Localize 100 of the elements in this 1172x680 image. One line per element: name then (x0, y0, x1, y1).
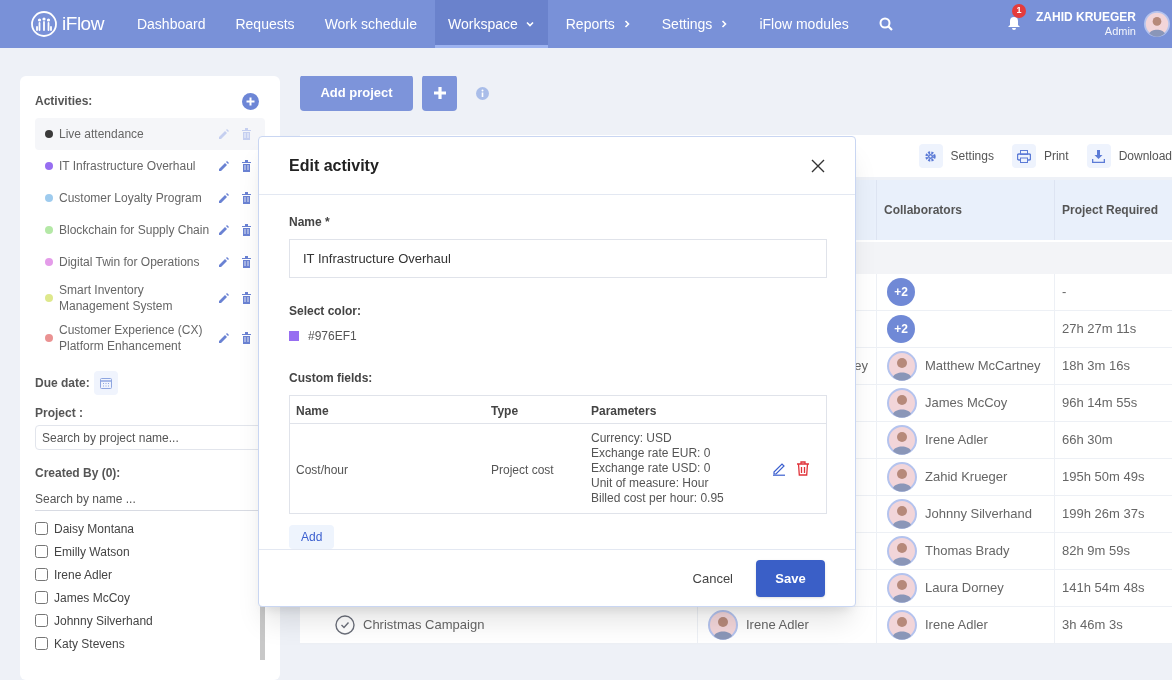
cancel-button[interactable]: Cancel (692, 568, 733, 589)
field-label: Project : (35, 405, 84, 422)
add-project-button[interactable]: Add project (300, 76, 413, 111)
trash-icon[interactable] (241, 256, 252, 268)
close-icon (811, 158, 825, 173)
search-icon[interactable] (878, 17, 893, 31)
avatar (887, 351, 917, 381)
table-cell-text: 199h 26m 37s (1062, 505, 1145, 524)
table-cell: Cost/hour (296, 462, 349, 477)
nav-item[interactable]: Requests (223, 0, 307, 48)
trash-icon[interactable] (241, 224, 252, 236)
delete-button[interactable] (796, 461, 810, 476)
avatar (887, 536, 917, 566)
activity-item[interactable]: Digital Twin for Operations (35, 246, 265, 278)
settings-icon (918, 144, 943, 168)
edit-button[interactable] (772, 461, 786, 476)
pencil-icon[interactable] (218, 224, 230, 236)
user-role: Admin (1104, 24, 1136, 38)
parameter-text: Unit of measure: Hour (591, 476, 710, 491)
table-cell-text: - (1062, 283, 1067, 302)
add-button[interactable] (422, 76, 457, 111)
checkbox-label: Johnny Silverhand (54, 612, 153, 630)
avatar (887, 573, 917, 603)
avatar (887, 425, 917, 455)
field-label: Created By (0): (35, 465, 122, 482)
activity-item[interactable]: Customer Experience (CX) Platform Enhancement (35, 318, 265, 358)
avatar (887, 499, 917, 529)
toolbar-button[interactable]: Settings (918, 144, 994, 168)
close-button[interactable] (811, 158, 825, 173)
notification-badge: 1 (1012, 4, 1026, 18)
user-avatar[interactable] (1144, 11, 1170, 37)
collaborator-count-badge[interactable]: +2 (887, 278, 915, 306)
nav-item[interactable]: Workspace (434, 0, 548, 48)
add-button[interactable]: Add (289, 525, 335, 549)
activity-name: Customer Loyalty Program (59, 190, 203, 206)
trash-icon[interactable] (241, 332, 252, 344)
checkbox-label: Emilly Watson (54, 543, 130, 561)
pencil-icon[interactable] (218, 192, 230, 204)
color-swatch[interactable] (289, 331, 299, 341)
parameter-text: Billed cost per hour: 0.95 (591, 491, 725, 506)
activity-name: Live attendance (59, 126, 145, 142)
table-cell: Project cost (491, 462, 554, 477)
nav-item[interactable]: Reports (553, 0, 644, 48)
activity-item[interactable]: IT Infrastructure Overhaul (35, 150, 265, 182)
field-label: Select color: (289, 303, 363, 320)
column-header: Type (491, 403, 519, 418)
parameter-text: Exchange rate EUR: 0 (591, 446, 712, 461)
bell-icon[interactable] (1007, 16, 1021, 31)
chevron-down-icon (524, 19, 535, 29)
avatar (708, 610, 738, 640)
trash-icon (796, 461, 810, 476)
activity-item[interactable]: Blockchain for Supply Chain (35, 214, 265, 246)
checkbox[interactable] (35, 614, 48, 627)
checkbox-label: Irene Adler (54, 566, 113, 584)
parameter-text: Currency: USD (591, 431, 673, 446)
project-name: Christmas Campaign (363, 616, 485, 635)
trash-icon[interactable] (241, 292, 252, 304)
checkbox[interactable] (35, 568, 48, 581)
person-name: Zahid Krueger (925, 468, 1008, 487)
add-icon[interactable] (242, 92, 259, 110)
save-button[interactable]: Save (756, 560, 825, 597)
avatar (887, 388, 917, 418)
pencil-icon[interactable] (218, 256, 230, 268)
toolbar-button[interactable]: Download (1086, 144, 1172, 168)
checkbox[interactable] (35, 637, 48, 650)
trash-icon[interactable] (241, 192, 252, 204)
pencil-icon[interactable] (218, 292, 230, 304)
nav-item[interactable]: Work schedule (312, 0, 429, 48)
checkbox[interactable] (35, 545, 48, 558)
table-cell-text: 96h 14m 55s (1062, 394, 1138, 413)
user-name: ZAHID KRUEGER (1036, 10, 1136, 24)
name-input-field[interactable]: IT Infrastructure Overhaul (289, 239, 827, 278)
column-header: Collaborators (884, 202, 962, 219)
info-icon[interactable] (476, 86, 489, 100)
trash-icon[interactable] (241, 160, 252, 172)
logo-icon[interactable] (31, 11, 57, 37)
calendar-button[interactable] (93, 371, 118, 395)
logo-text[interactable]: iFlow (62, 9, 104, 39)
person-name: Laura Dorney (925, 579, 1004, 598)
download-icon (1086, 144, 1111, 168)
collaborator-count-badge[interactable]: +2 (887, 315, 915, 343)
checkbox-label: Daisy Montana (54, 520, 135, 538)
activity-item[interactable]: Customer Loyalty Program (35, 182, 265, 214)
nav-item[interactable]: iFlow modules (747, 0, 861, 48)
nav-item[interactable]: Settings (649, 0, 742, 48)
check-circle-icon[interactable] (335, 615, 355, 635)
pencil-icon[interactable] (218, 332, 230, 344)
person-name: James McCoy (925, 394, 1008, 413)
calendar-icon (99, 377, 112, 389)
checkbox[interactable] (35, 591, 48, 604)
pencil-icon[interactable] (218, 160, 230, 172)
checkbox[interactable] (35, 522, 48, 535)
toolbar-button[interactable]: Print (1011, 144, 1069, 168)
activity-item[interactable]: Smart Inventory Management System (35, 278, 265, 318)
activity-name: Blockchain for Supply Chain (59, 222, 211, 238)
nav-item[interactable]: Dashboard (124, 0, 218, 48)
column-header: Project Required (1062, 202, 1159, 219)
checkbox-label: Katy Stevens (54, 635, 125, 653)
person-name: Johnny Silverhand (925, 505, 1032, 524)
section-title: Activities: (35, 93, 93, 110)
